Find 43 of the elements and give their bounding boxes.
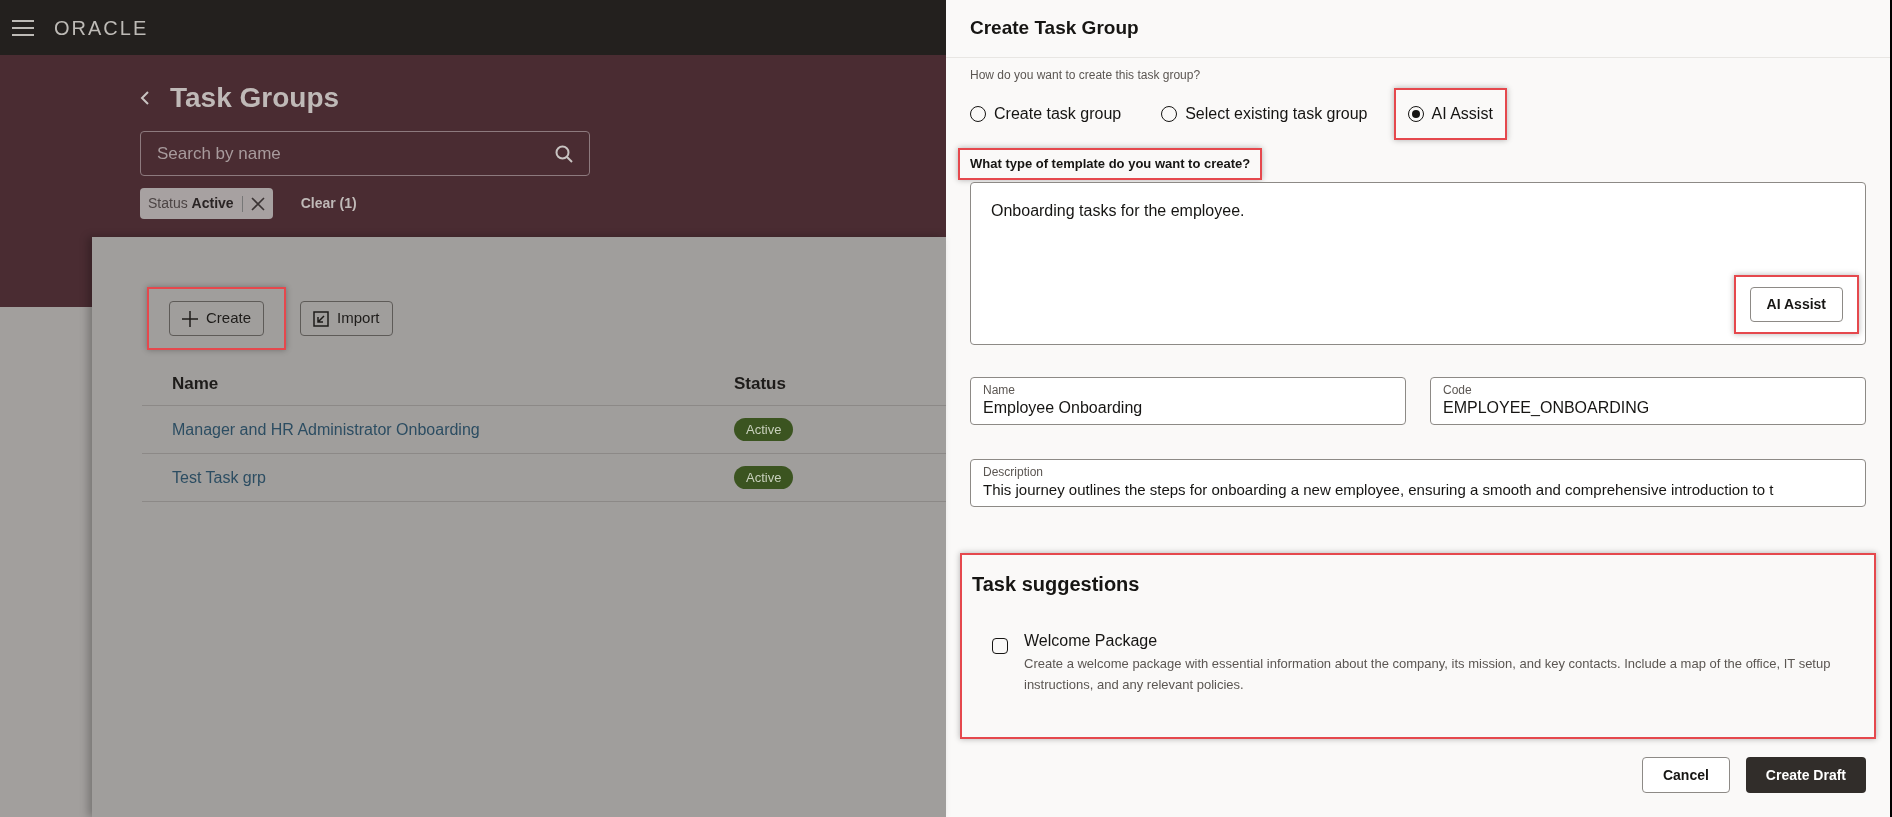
suggestion-description: Create a welcome package with essential information about the company, its mission, and key contacts. Include a map of the office, IT setup instructions, and any relevant policies. — [1024, 655, 1832, 694]
toolbar-button[interactable]: Import — [300, 301, 393, 336]
column-header: Name — [172, 372, 220, 395]
field-label: Code — [1443, 382, 1473, 398]
drawer-title: Create Task Group — [970, 16, 1139, 41]
toolbar-button[interactable]: Create — [169, 301, 265, 336]
close-icon[interactable] — [250, 196, 265, 211]
text-field[interactable]: Code EMPLOYEE_ONBOARDING — [1430, 377, 1866, 425]
plus-icon — [182, 310, 198, 327]
clear-link[interactable]: Clear (1) — [300, 193, 357, 214]
suggestions-heading: Task suggestions — [972, 572, 1141, 597]
prompt-label: What type of template do you want to create? — [970, 156, 1251, 172]
suggestion-title: Welcome Package — [1024, 631, 1159, 651]
oracle-logo[interactable]: ORACLE — [54, 12, 149, 43]
prompt-textarea[interactable]: Onboarding tasks for the employee. AI Assist — [970, 182, 1866, 345]
menu-icon[interactable] — [12, 19, 34, 36]
page-title: Task Groups — [170, 81, 340, 115]
radio-option[interactable]: Create task group — [970, 102, 1122, 126]
field-value: EMPLOYEE_ONBOARDING — [1443, 398, 1651, 418]
footer-button[interactable]: Create Draft — [1745, 757, 1866, 793]
prompt-text: Onboarding tasks for the employee. — [991, 201, 1246, 221]
question-label: How do you want to create this task group? — [970, 67, 1202, 84]
checkbox[interactable] — [992, 638, 1008, 654]
search-icon[interactable] — [555, 144, 573, 163]
footer-button[interactable]: Cancel — [1641, 757, 1730, 793]
field-label: Description — [983, 464, 1045, 480]
field-label: Name — [983, 382, 1016, 398]
status-badge: Active — [734, 465, 794, 490]
field-value: This journey outlines the steps for onboarding a new employee, ensuring a smooth and comprehensive introduction to t — [983, 480, 1775, 500]
radio-option[interactable]: AI Assist — [1407, 102, 1493, 126]
text-field[interactable]: Description This journey outlines the steps for onboarding a new employee, ensuring a smooth and comprehensive introduction to t — [970, 459, 1866, 507]
search-field[interactable]: Search by name — [140, 131, 590, 176]
status-badge: Active — [734, 417, 794, 442]
chip-label: Status Active — [148, 194, 234, 213]
radio-option[interactable]: Select existing task group — [1161, 102, 1368, 126]
ai-assist-button[interactable]: AI Assist — [1749, 287, 1843, 322]
column-header: Status — [734, 372, 786, 395]
text-field[interactable]: Name Employee Onboarding — [970, 377, 1406, 425]
search-placeholder: Search by name — [157, 142, 281, 165]
filter-chip[interactable]: Status Active — [140, 188, 273, 219]
field-value: Employee Onboarding — [983, 398, 1144, 418]
back-icon[interactable] — [140, 90, 150, 106]
import-icon — [313, 310, 330, 327]
